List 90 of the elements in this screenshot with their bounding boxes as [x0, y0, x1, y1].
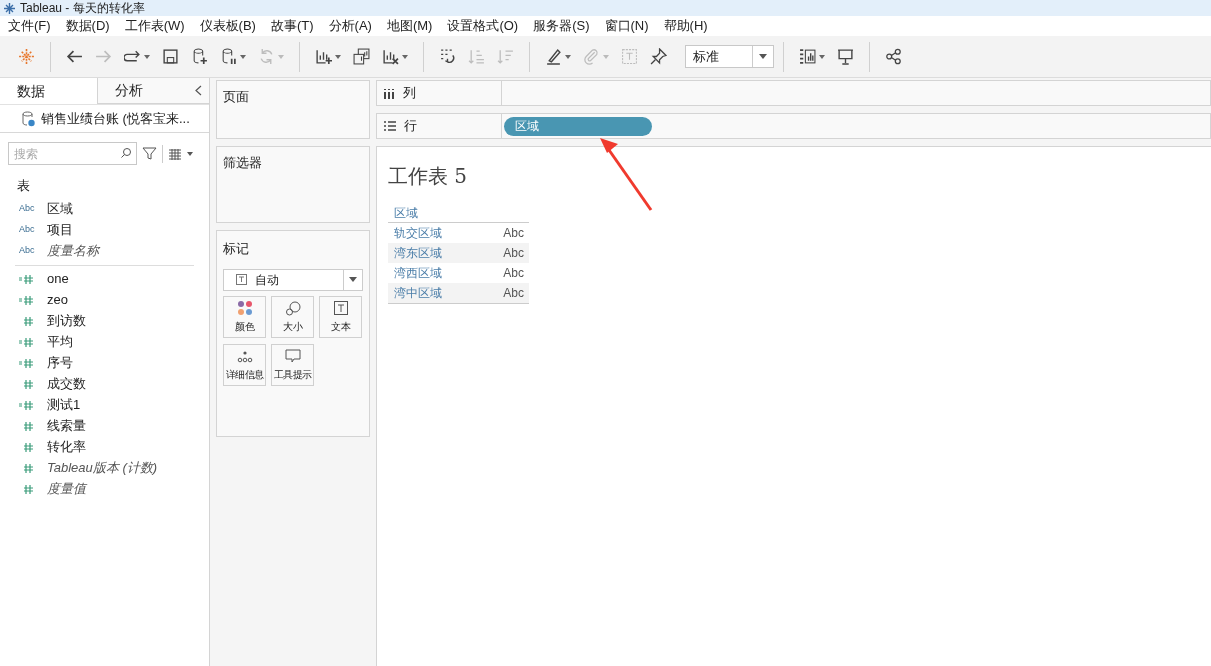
menu-item[interactable]: 分析(A)	[322, 16, 378, 36]
caret-icon[interactable]	[402, 54, 408, 59]
field-name[interactable]: 序号	[47, 353, 73, 373]
filter-icon[interactable]	[142, 146, 157, 161]
field-name[interactable]: 度量名称	[47, 241, 99, 261]
share-icon[interactable]	[885, 48, 902, 65]
menu-item[interactable]: 故事(T)	[264, 16, 320, 36]
worksheet-title: 工作表 5	[388, 163, 469, 190]
shelf-label: 列	[403, 84, 416, 103]
pen-icon[interactable]	[545, 48, 562, 65]
tab[interactable]: 分析	[97, 78, 195, 104]
field-name[interactable]: 区域	[47, 199, 73, 219]
back-icon[interactable]	[66, 48, 83, 65]
new-chart-icon[interactable]	[315, 48, 332, 65]
duplicate-icon[interactable]	[353, 48, 370, 65]
mark-button[interactable]: 颜色	[223, 295, 266, 338]
mark-button[interactable]: 文本	[319, 295, 362, 338]
presentation-icon[interactable]	[837, 48, 854, 65]
pin-icon[interactable]	[650, 48, 667, 65]
size-circles-icon	[284, 299, 301, 316]
field-name[interactable]: zeo	[47, 290, 68, 310]
color-dots-icon	[236, 299, 253, 316]
field-name[interactable]: 线索量	[47, 416, 86, 436]
mark-type-dropdown[interactable]: 自动	[223, 268, 363, 291]
table-cell-text: Abc	[503, 225, 524, 242]
columns-icon	[384, 87, 395, 99]
datasource-name[interactable]: 销售业绩台账 (悦客宝来...	[41, 108, 190, 129]
add-database-icon[interactable]	[191, 48, 208, 65]
mark-button[interactable]: 详细信息	[223, 343, 266, 386]
list-view-icon[interactable]	[168, 147, 194, 160]
section-heading: 表	[17, 177, 31, 195]
search-icon	[120, 147, 132, 159]
menu-item[interactable]: 文件(F)	[2, 16, 57, 36]
row-header: 湾西区域	[394, 265, 442, 282]
menu-item[interactable]: 地图(M)	[380, 16, 439, 36]
card-title: 标记	[223, 240, 250, 258]
pause-database-icon[interactable]	[220, 48, 237, 65]
table-cell-text: Abc	[503, 245, 524, 262]
menu-item[interactable]: 帮助(H)	[657, 16, 714, 36]
chart-icon[interactable]	[799, 48, 816, 65]
caret-icon[interactable]	[819, 54, 825, 59]
field-name[interactable]: 度量值	[47, 479, 86, 499]
swap-icon[interactable]	[439, 48, 456, 65]
menu-item[interactable]: 仪表板(B)	[193, 16, 262, 36]
row-header: 湾中区域	[394, 285, 442, 302]
menu-item[interactable]: 窗口(N)	[598, 16, 655, 36]
menu-item[interactable]: 服务器(S)	[527, 16, 596, 36]
mark-button[interactable]: 工具提示	[271, 343, 314, 386]
field-name[interactable]: 到访数	[47, 311, 86, 331]
field-name[interactable]: 转化率	[47, 437, 86, 457]
save-icon[interactable]	[162, 48, 179, 65]
abc-icon: Abc	[19, 223, 47, 237]
logo-icon[interactable]	[18, 48, 35, 65]
caret-icon[interactable]	[335, 54, 341, 59]
search-field[interactable]: 搜索	[8, 142, 137, 165]
table-cell-text: Abc	[503, 265, 524, 282]
caret-icon	[759, 54, 767, 59]
field-name[interactable]: 项目	[47, 220, 73, 240]
field-name[interactable]: Tableau版本 (计数)	[47, 458, 158, 478]
speech-bubble-icon	[284, 347, 301, 364]
menu-item[interactable]: 设置格式(O)	[441, 16, 525, 36]
menu-item[interactable]: 工作表(W)	[118, 16, 191, 36]
field-name[interactable]: 成交数	[47, 374, 86, 394]
field-name[interactable]: 测试1	[47, 395, 81, 415]
database-icon	[21, 110, 35, 127]
menu-item[interactable]: 数据(D)	[59, 16, 116, 36]
card-title: 筛选器	[223, 155, 262, 170]
caret-icon[interactable]	[240, 54, 246, 59]
abc-icon: Abc	[19, 202, 47, 216]
mark-button[interactable]: 大小	[271, 295, 314, 338]
clear-chart-icon[interactable]	[382, 48, 399, 65]
text-mark-icon	[332, 299, 349, 316]
shelf-label: 行	[404, 117, 417, 136]
fit-dropdown[interactable]: 标准	[685, 45, 774, 68]
window-title: Tableau - 每天的转化率	[20, 0, 145, 16]
abc-icon: Abc	[19, 244, 47, 258]
app-icon	[3, 1, 16, 15]
row-header: 轨交区域	[394, 225, 442, 242]
rows-icon	[384, 121, 396, 131]
text-mark-icon	[236, 274, 247, 285]
field-name[interactable]: one	[47, 269, 69, 289]
row-header: 湾东区域	[394, 245, 442, 262]
caret-icon[interactable]	[565, 54, 571, 59]
card-title: 页面	[223, 89, 249, 104]
field-name[interactable]: 平均	[47, 332, 73, 352]
caret-icon[interactable]	[144, 54, 150, 59]
caret-icon	[349, 277, 357, 282]
table-cell-text: Abc	[503, 285, 524, 302]
collapse-icon[interactable]	[195, 85, 202, 96]
column-header: 区域	[394, 205, 418, 222]
